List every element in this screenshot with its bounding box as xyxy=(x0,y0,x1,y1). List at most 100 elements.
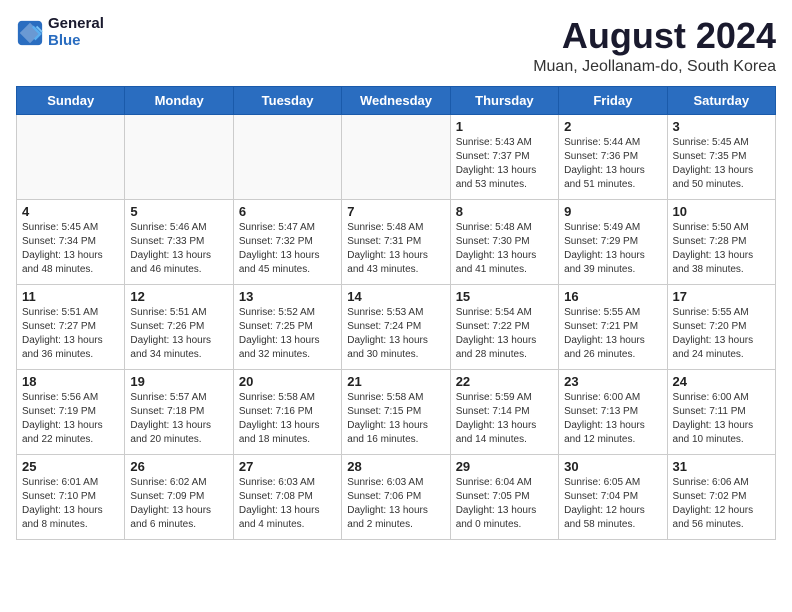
calendar-day-cell: 1 Sunrise: 5:43 AM Sunset: 7:37 PM Daylig… xyxy=(450,114,558,199)
day-number: 19 xyxy=(130,374,227,389)
day-number: 28 xyxy=(347,459,444,474)
day-number: 2 xyxy=(564,119,661,134)
day-info: Sunrise: 5:54 AM Sunset: 7:22 PM Dayligh… xyxy=(456,306,553,362)
day-number: 25 xyxy=(22,459,119,474)
weekday-header: Thursday xyxy=(450,86,558,114)
day-number: 29 xyxy=(456,459,553,474)
day-number: 31 xyxy=(673,459,770,474)
calendar-table: SundayMondayTuesdayWednesdayThursdayFrid… xyxy=(16,86,776,540)
day-info: Sunrise: 5:45 AM Sunset: 7:34 PM Dayligh… xyxy=(22,221,119,277)
page-header: General Blue August 2024 Muan, Jeollanam… xyxy=(16,16,776,76)
day-info: Sunrise: 5:47 AM Sunset: 7:32 PM Dayligh… xyxy=(239,221,336,277)
calendar-day-cell: 21 Sunrise: 5:58 AM Sunset: 7:15 PM Dayli… xyxy=(342,369,450,454)
day-info: Sunrise: 5:53 AM Sunset: 7:24 PM Dayligh… xyxy=(347,306,444,362)
weekday-header: Wednesday xyxy=(342,86,450,114)
calendar-day-cell xyxy=(17,114,125,199)
day-info: Sunrise: 5:57 AM Sunset: 7:18 PM Dayligh… xyxy=(130,391,227,447)
calendar-day-cell: 16 Sunrise: 5:55 AM Sunset: 7:21 PM Dayli… xyxy=(559,284,667,369)
day-info: Sunrise: 5:58 AM Sunset: 7:15 PM Dayligh… xyxy=(347,391,444,447)
calendar-day-cell: 18 Sunrise: 5:56 AM Sunset: 7:19 PM Dayli… xyxy=(17,369,125,454)
calendar-day-cell: 28 Sunrise: 6:03 AM Sunset: 7:06 PM Dayli… xyxy=(342,454,450,539)
title-area: August 2024 Muan, Jeollanam-do, South Ko… xyxy=(533,16,776,76)
weekday-header: Saturday xyxy=(667,86,775,114)
calendar-day-cell: 14Sunrise: 5:53 AM Sunset: 7:24 PM Dayli… xyxy=(342,284,450,369)
calendar-week-row: 1 Sunrise: 5:43 AM Sunset: 7:37 PM Daylig… xyxy=(17,114,776,199)
calendar-day-cell: 22Sunrise: 5:59 AM Sunset: 7:14 PM Dayli… xyxy=(450,369,558,454)
day-info: Sunrise: 5:51 AM Sunset: 7:27 PM Dayligh… xyxy=(22,306,119,362)
day-number: 18 xyxy=(22,374,119,389)
day-number: 9 xyxy=(564,204,661,219)
day-number: 4 xyxy=(22,204,119,219)
weekday-header: Friday xyxy=(559,86,667,114)
calendar-day-cell: 23 Sunrise: 6:00 AM Sunset: 7:13 PM Dayli… xyxy=(559,369,667,454)
day-number: 3 xyxy=(673,119,770,134)
calendar-day-cell: 10 Sunrise: 5:50 AM Sunset: 7:28 PM Dayli… xyxy=(667,199,775,284)
calendar-day-cell: 17Sunrise: 5:55 AM Sunset: 7:20 PM Dayli… xyxy=(667,284,775,369)
day-number: 26 xyxy=(130,459,227,474)
logo: General Blue xyxy=(16,16,104,49)
day-info: Sunrise: 5:55 AM Sunset: 7:21 PM Dayligh… xyxy=(564,306,661,362)
calendar-week-row: 18 Sunrise: 5:56 AM Sunset: 7:19 PM Dayli… xyxy=(17,369,776,454)
day-info: Sunrise: 6:00 AM Sunset: 7:11 PM Dayligh… xyxy=(673,391,770,447)
day-number: 10 xyxy=(673,204,770,219)
weekday-header-row: SundayMondayTuesdayWednesdayThursdayFrid… xyxy=(17,86,776,114)
page-subtitle: Muan, Jeollanam-do, South Korea xyxy=(533,58,776,76)
day-info: Sunrise: 6:06 AM Sunset: 7:02 PM Dayligh… xyxy=(673,476,770,532)
day-info: Sunrise: 6:03 AM Sunset: 7:08 PM Dayligh… xyxy=(239,476,336,532)
calendar-day-cell: 5 Sunrise: 5:46 AM Sunset: 7:33 PM Daylig… xyxy=(125,199,233,284)
day-number: 13 xyxy=(239,289,336,304)
day-number: 23 xyxy=(564,374,661,389)
day-number: 1 xyxy=(456,119,553,134)
day-number: 24 xyxy=(673,374,770,389)
calendar-day-cell: 6 Sunrise: 5:47 AM Sunset: 7:32 PM Daylig… xyxy=(233,199,341,284)
page-title: August 2024 xyxy=(533,16,776,56)
day-info: Sunrise: 6:01 AM Sunset: 7:10 PM Dayligh… xyxy=(22,476,119,532)
logo-text: General Blue xyxy=(48,16,104,49)
calendar-day-cell: 20Sunrise: 5:58 AM Sunset: 7:16 PM Dayli… xyxy=(233,369,341,454)
day-number: 17 xyxy=(673,289,770,304)
logo-icon xyxy=(16,19,44,47)
day-number: 16 xyxy=(564,289,661,304)
weekday-header: Sunday xyxy=(17,86,125,114)
weekday-header: Monday xyxy=(125,86,233,114)
calendar-day-cell xyxy=(342,114,450,199)
calendar-day-cell: 4 Sunrise: 5:45 AM Sunset: 7:34 PM Daylig… xyxy=(17,199,125,284)
calendar-day-cell: 25 Sunrise: 6:01 AM Sunset: 7:10 PM Dayli… xyxy=(17,454,125,539)
day-info: Sunrise: 5:48 AM Sunset: 7:31 PM Dayligh… xyxy=(347,221,444,277)
calendar-day-cell: 15 Sunrise: 5:54 AM Sunset: 7:22 PM Dayli… xyxy=(450,284,558,369)
day-info: Sunrise: 5:43 AM Sunset: 7:37 PM Dayligh… xyxy=(456,136,553,192)
day-info: Sunrise: 5:48 AM Sunset: 7:30 PM Dayligh… xyxy=(456,221,553,277)
calendar-day-cell xyxy=(125,114,233,199)
calendar-day-cell: 29Sunrise: 6:04 AM Sunset: 7:05 PM Dayli… xyxy=(450,454,558,539)
calendar-day-cell: 31 Sunrise: 6:06 AM Sunset: 7:02 PM Dayli… xyxy=(667,454,775,539)
day-info: Sunrise: 5:46 AM Sunset: 7:33 PM Dayligh… xyxy=(130,221,227,277)
day-info: Sunrise: 5:51 AM Sunset: 7:26 PM Dayligh… xyxy=(130,306,227,362)
day-info: Sunrise: 6:02 AM Sunset: 7:09 PM Dayligh… xyxy=(130,476,227,532)
day-info: Sunrise: 5:56 AM Sunset: 7:19 PM Dayligh… xyxy=(22,391,119,447)
calendar-day-cell: 19 Sunrise: 5:57 AM Sunset: 7:18 PM Dayli… xyxy=(125,369,233,454)
day-info: Sunrise: 6:00 AM Sunset: 7:13 PM Dayligh… xyxy=(564,391,661,447)
day-number: 8 xyxy=(456,204,553,219)
day-number: 7 xyxy=(347,204,444,219)
day-info: Sunrise: 5:45 AM Sunset: 7:35 PM Dayligh… xyxy=(673,136,770,192)
calendar-day-cell: 26 Sunrise: 6:02 AM Sunset: 7:09 PM Dayli… xyxy=(125,454,233,539)
day-number: 15 xyxy=(456,289,553,304)
calendar-day-cell: 30Sunrise: 6:05 AM Sunset: 7:04 PM Dayli… xyxy=(559,454,667,539)
day-number: 22 xyxy=(456,374,553,389)
calendar-day-cell: 13Sunrise: 5:52 AM Sunset: 7:25 PM Dayli… xyxy=(233,284,341,369)
calendar-week-row: 25 Sunrise: 6:01 AM Sunset: 7:10 PM Dayli… xyxy=(17,454,776,539)
day-number: 21 xyxy=(347,374,444,389)
calendar-day-cell: 9 Sunrise: 5:49 AM Sunset: 7:29 PM Daylig… xyxy=(559,199,667,284)
calendar-day-cell: 24 Sunrise: 6:00 AM Sunset: 7:11 PM Dayli… xyxy=(667,369,775,454)
day-info: Sunrise: 5:50 AM Sunset: 7:28 PM Dayligh… xyxy=(673,221,770,277)
calendar-day-cell: 3 Sunrise: 5:45 AM Sunset: 7:35 PM Daylig… xyxy=(667,114,775,199)
calendar-day-cell: 12Sunrise: 5:51 AM Sunset: 7:26 PM Dayli… xyxy=(125,284,233,369)
calendar-week-row: 11Sunrise: 5:51 AM Sunset: 7:27 PM Dayli… xyxy=(17,284,776,369)
day-info: Sunrise: 6:03 AM Sunset: 7:06 PM Dayligh… xyxy=(347,476,444,532)
calendar-day-cell: 7 Sunrise: 5:48 AM Sunset: 7:31 PM Daylig… xyxy=(342,199,450,284)
calendar-day-cell: 2Sunrise: 5:44 AM Sunset: 7:36 PM Daylig… xyxy=(559,114,667,199)
day-info: Sunrise: 5:58 AM Sunset: 7:16 PM Dayligh… xyxy=(239,391,336,447)
day-number: 5 xyxy=(130,204,227,219)
day-number: 6 xyxy=(239,204,336,219)
day-info: Sunrise: 5:49 AM Sunset: 7:29 PM Dayligh… xyxy=(564,221,661,277)
